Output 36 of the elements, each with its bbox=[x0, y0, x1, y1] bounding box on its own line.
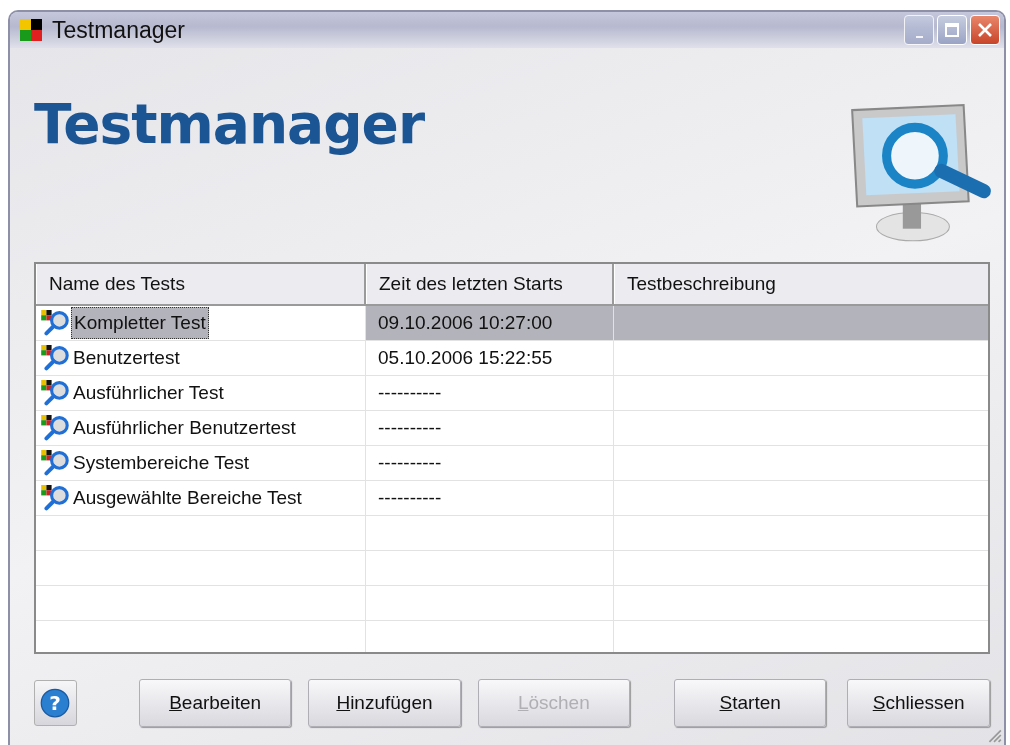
help-button[interactable]: ? bbox=[34, 680, 77, 726]
last-start-time: ---------- bbox=[378, 452, 442, 474]
resize-grip-icon bbox=[986, 727, 1002, 743]
action-button[interactable]: Bearbeiten bbox=[138, 679, 292, 727]
app-icon bbox=[20, 19, 42, 41]
magnifier-icon bbox=[40, 485, 71, 511]
test-name[interactable]: Kompletter Test bbox=[71, 307, 209, 339]
app-heading: Testmanager bbox=[34, 92, 425, 156]
action-button[interactable]: Schliessen bbox=[847, 679, 990, 727]
last-start-time: ---------- bbox=[378, 487, 442, 509]
last-start-time: 09.10.2006 10:27:00 bbox=[378, 312, 553, 334]
magnifier-icon bbox=[40, 310, 71, 336]
column-header[interactable]: Testbeschreibung bbox=[614, 264, 988, 304]
minimize-button[interactable] bbox=[904, 15, 934, 45]
column-header[interactable]: Name des Tests bbox=[36, 264, 366, 304]
window-title: Testmanager bbox=[52, 16, 185, 44]
maximize-button[interactable] bbox=[937, 15, 967, 45]
last-start-time: ---------- bbox=[378, 382, 442, 404]
help-icon: ? bbox=[40, 688, 71, 718]
magnifier-icon bbox=[40, 450, 71, 476]
minimize-icon bbox=[915, 36, 923, 38]
last-start-time: 05.10.2006 15:22:55 bbox=[378, 347, 553, 369]
test-name[interactable]: Ausführlicher Benutzertest bbox=[71, 413, 298, 443]
magnifier-icon bbox=[40, 345, 71, 371]
test-name[interactable]: Systembereiche Test bbox=[71, 448, 251, 478]
maximize-icon bbox=[942, 20, 962, 40]
column-header[interactable]: Zeit des letzten Starts bbox=[366, 264, 614, 304]
magnifier-icon bbox=[40, 380, 71, 406]
close-button[interactable] bbox=[970, 15, 1000, 45]
test-name[interactable]: Ausführlicher Test bbox=[71, 378, 226, 408]
last-start-time: ---------- bbox=[378, 417, 442, 439]
test-name[interactable]: Ausgewählte Bereiche Test bbox=[71, 483, 304, 513]
test-name[interactable]: Benutzertest bbox=[71, 343, 182, 373]
magnifier-icon bbox=[40, 415, 71, 441]
action-button[interactable]: Hinzufügen bbox=[308, 679, 461, 727]
action-button[interactable]: Starten bbox=[674, 679, 827, 727]
